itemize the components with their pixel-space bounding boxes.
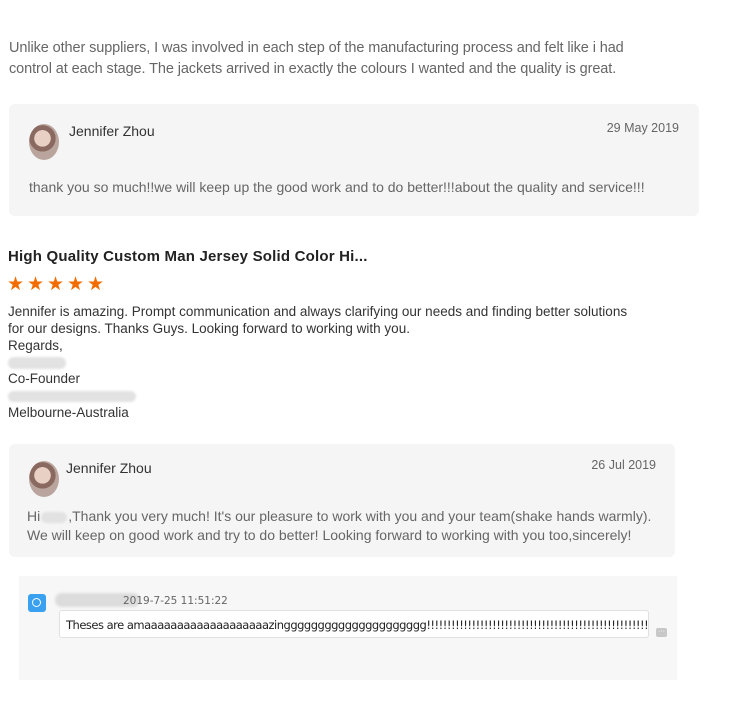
product-title[interactable]: High Quality Custom Man Jersey Solid Col… xyxy=(8,248,368,265)
review-text: Unlike other suppliers, I was involved i… xyxy=(9,40,624,77)
chat-message: 2019-7-25 11:51:22 Theses are amaaaaaaaa… xyxy=(19,576,677,680)
seller-reply: Jennifer Zhou 29 May 2019 thank you so m… xyxy=(9,104,699,216)
star-icon: ★ xyxy=(67,274,85,295)
star-icon: ★ xyxy=(87,274,105,295)
review-location: Melbourne-Australia xyxy=(8,405,129,420)
star-icon: ★ xyxy=(27,274,45,295)
reply-message: thank you so much!!we will keep up the g… xyxy=(29,179,645,195)
star-icon: ★ xyxy=(7,274,25,295)
reply-date: 29 May 2019 xyxy=(606,121,679,135)
review-regards: Regards, xyxy=(8,338,63,353)
star-icon: ★ xyxy=(47,274,65,295)
avatar xyxy=(29,461,59,497)
reply-message: Hi ,Thank you very much! It's our pleasur… xyxy=(27,507,657,545)
reply-body: ,Thank you very much! It's our pleasure … xyxy=(27,508,652,543)
review-cofounder: Co-Founder xyxy=(8,371,81,386)
redacted-company xyxy=(8,387,643,404)
reply-greeting: Hi xyxy=(27,508,41,524)
star-rating: ★ ★ ★ ★ ★ xyxy=(7,274,105,296)
review-body: Jennifer is amazing. Prompt communicatio… xyxy=(8,304,628,336)
seller-reply: Jennifer Zhou 26 Jul 2019 Hi ,Thank you v… xyxy=(9,444,675,557)
chat-timestamp: 2019-7-25 11:51:22 xyxy=(123,595,228,607)
chat-user-icon xyxy=(28,594,46,612)
reply-author-name: Jennifer Zhou xyxy=(69,123,155,139)
avatar xyxy=(29,124,59,160)
more-icon[interactable]: ··· xyxy=(656,628,667,637)
redacted-name xyxy=(41,511,68,523)
reply-date: 26 Jul 2019 xyxy=(591,458,656,472)
chat-bubble: Theses are amaaaaaaaaaaaaaaaaaaazinggggg… xyxy=(59,610,649,638)
redacted-name xyxy=(8,354,643,370)
reply-author-name: Jennifer Zhou xyxy=(66,460,152,476)
review-text: Jennifer is amazing. Prompt communicatio… xyxy=(8,303,643,421)
